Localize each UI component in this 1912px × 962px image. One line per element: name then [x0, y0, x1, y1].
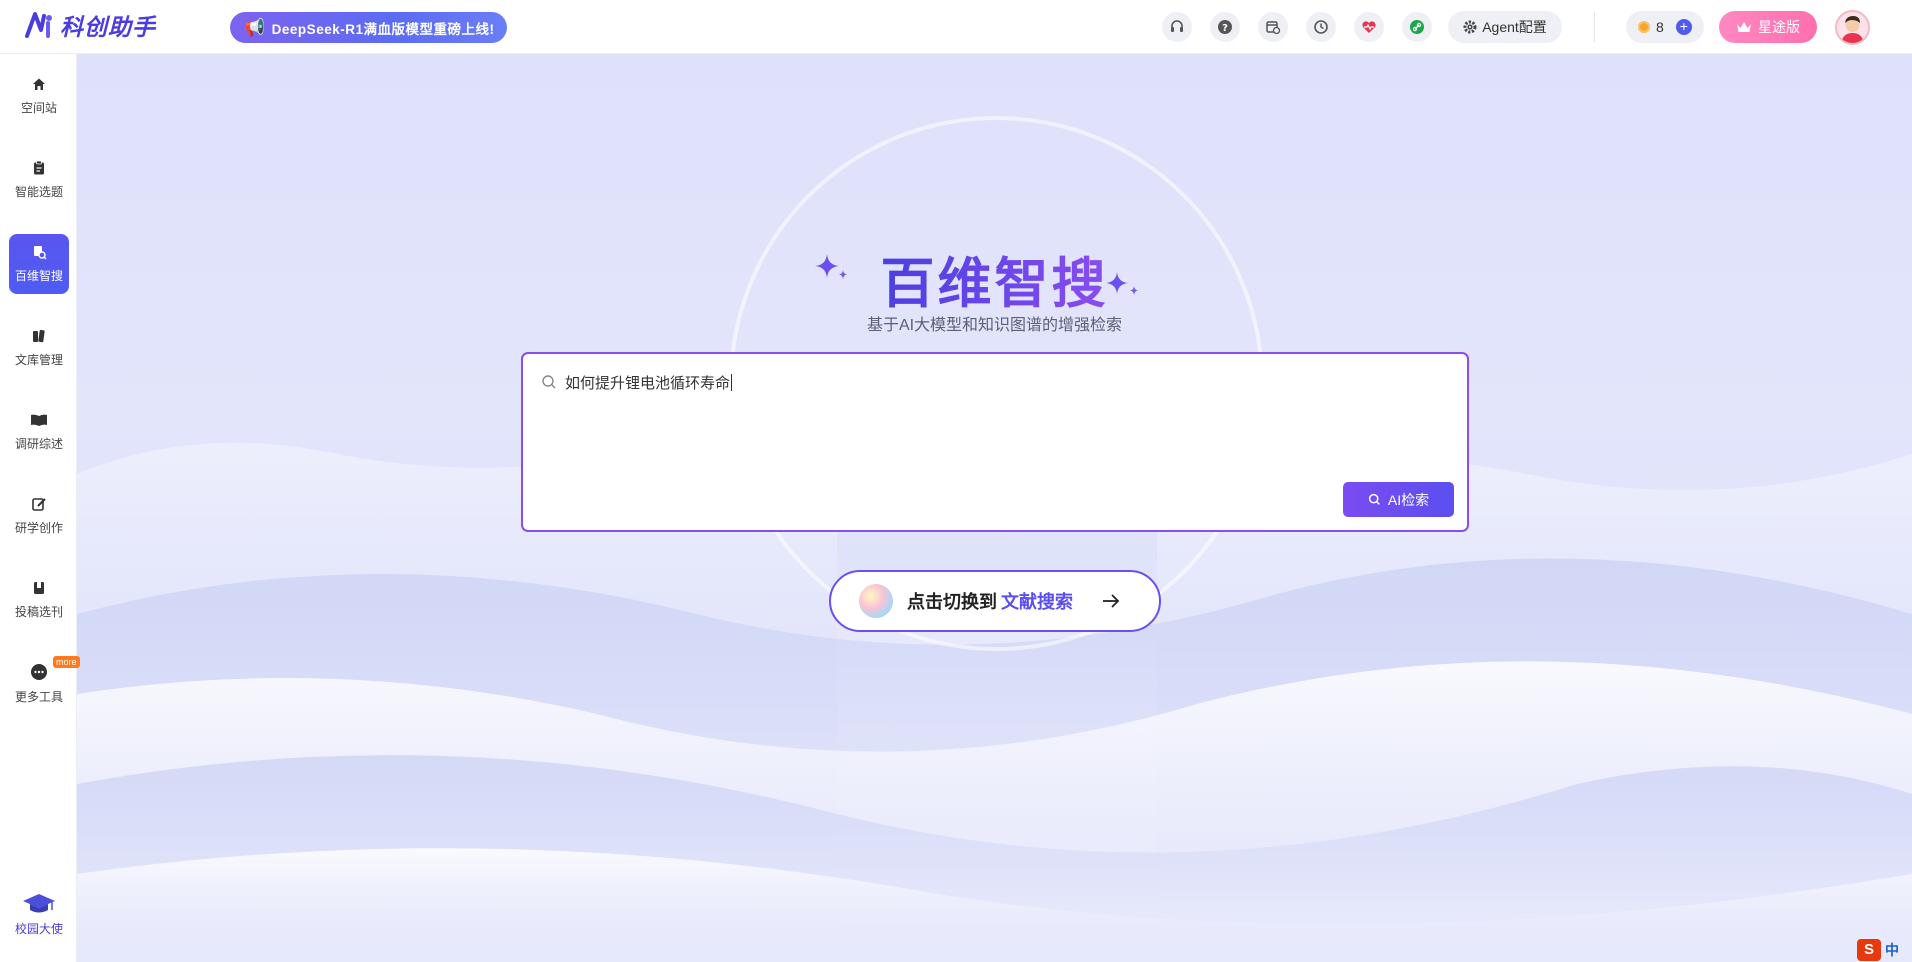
search-icon: [542, 375, 556, 389]
main-content: 百维智搜 基于AI大模型和知识图谱的增强检索 如何提升锂电池循环寿命 AI检索 …: [77, 54, 1912, 962]
vip-label: 星途版: [1758, 19, 1800, 35]
history-icon[interactable]: [1306, 12, 1336, 42]
ime-indicator[interactable]: S 中: [1857, 937, 1912, 962]
sidebar-item-more-tools[interactable]: more 更多工具: [9, 654, 80, 714]
sidebar-item-smart-search[interactable]: 百维智搜: [9, 234, 69, 294]
sidebar-item-label: 研学创作: [14, 521, 63, 535]
text-caret: [731, 374, 733, 391]
edit-icon: [32, 498, 46, 511]
help-icon[interactable]: ?: [1210, 12, 1240, 42]
left-sidebar: 空间站 智能选题 百维智搜 文库管理 调研综述 研学创作 投稿选刊 more 更…: [0, 54, 80, 962]
sidebar-item-smart-topic[interactable]: 智能选题: [9, 150, 69, 210]
sidebar-item-label: 空间站: [20, 101, 57, 115]
switch-prefix: 点击切换到: [907, 592, 997, 612]
gradient-orb-icon: [859, 584, 893, 618]
crown-icon: [1737, 22, 1751, 32]
ime-logo-icon: S: [1857, 938, 1881, 961]
add-coins-button[interactable]: +: [1675, 19, 1692, 35]
campus-ambassador-label: 校园大使: [14, 922, 63, 936]
books-icon: [33, 329, 45, 343]
page-title: 百维智搜: [881, 239, 1109, 318]
search-icon: [1368, 493, 1380, 505]
coin-balance[interactable]: 8 +: [1626, 11, 1704, 43]
switch-label: 点击切换到 文献搜索: [907, 588, 1073, 614]
search-input[interactable]: 如何提升锂电池循环寿命: [565, 372, 733, 393]
sidebar-item-label: 调研综述: [14, 437, 63, 451]
page-subtitle: 基于AI大模型和知识图谱的增强检索: [866, 317, 1123, 334]
sidebar-item-library[interactable]: 文库管理: [9, 318, 69, 378]
user-avatar[interactable]: [1835, 10, 1870, 45]
search-doc-icon: [34, 246, 47, 260]
sidebar-item-label: 更多工具: [14, 690, 63, 704]
link-icon[interactable]: [1402, 12, 1432, 42]
sidebar-item-label: 文库管理: [14, 353, 63, 367]
calendar-clock-icon[interactable]: [1258, 12, 1288, 42]
sidebar-item-writing[interactable]: 研学创作: [9, 486, 69, 546]
agent-config-button[interactable]: Agent配置: [1448, 11, 1562, 43]
ai-search-label: AI检索: [1387, 491, 1430, 508]
top-header: 科创助手 📢 DeepSeek-R1满血版模型重磅上线! ? Agent配置 8…: [0, 0, 1912, 54]
app-logo[interactable]: 科创助手: [24, 8, 156, 42]
gear-icon: [1463, 20, 1477, 34]
vip-button[interactable]: 星途版: [1719, 11, 1817, 43]
sidebar-item-label: 百维智搜: [14, 269, 63, 283]
megaphone-icon: 📢: [244, 17, 266, 37]
arrow-right-icon: [1103, 594, 1120, 608]
home-icon: [33, 78, 45, 90]
header-divider: [1594, 12, 1595, 42]
journal-icon: [34, 582, 44, 594]
search-box[interactable]: 如何提升锂电池循环寿命 AI检索: [521, 352, 1469, 532]
heart-rate-icon[interactable]: [1354, 12, 1384, 42]
ime-mode: 中: [1885, 941, 1899, 958]
campus-ambassador-link[interactable]: 校园大使: [9, 892, 69, 937]
graduation-cap-icon: [23, 894, 55, 913]
logo-mark-icon: [25, 12, 52, 38]
agent-config-label: Agent配置: [1482, 19, 1547, 35]
app-name: 科创助手: [60, 14, 156, 40]
sidebar-item-survey[interactable]: 调研综述: [9, 402, 69, 462]
search-input-value: 如何提升锂电池循环寿命: [565, 375, 731, 392]
open-book-icon: [31, 414, 47, 426]
sidebar-item-label: 智能选题: [14, 185, 63, 199]
sidebar-item-space-station[interactable]: 空间站: [9, 66, 69, 126]
page-title-wrap: 百维智搜: [77, 239, 1912, 318]
svg-text:?: ?: [1222, 23, 1228, 34]
headset-icon[interactable]: [1162, 12, 1192, 42]
coin-icon: [1638, 21, 1650, 33]
switch-to-literature-search-button[interactable]: 点击切换到 文献搜索: [829, 570, 1161, 632]
promo-text: DeepSeek-R1满血版模型重磅上线!: [271, 21, 495, 37]
coin-count: 8: [1656, 19, 1664, 35]
promo-banner[interactable]: 📢 DeepSeek-R1满血版模型重磅上线!: [230, 12, 507, 43]
clipboard-icon: [34, 160, 44, 175]
switch-highlight: 文献搜索: [1001, 592, 1073, 612]
more-icon: [31, 664, 47, 680]
sidebar-item-label: 投稿选刊: [14, 605, 63, 619]
sidebar-item-submission[interactable]: 投稿选刊: [9, 570, 69, 630]
ai-search-button[interactable]: AI检索: [1343, 482, 1454, 517]
more-badge: more: [53, 656, 80, 668]
